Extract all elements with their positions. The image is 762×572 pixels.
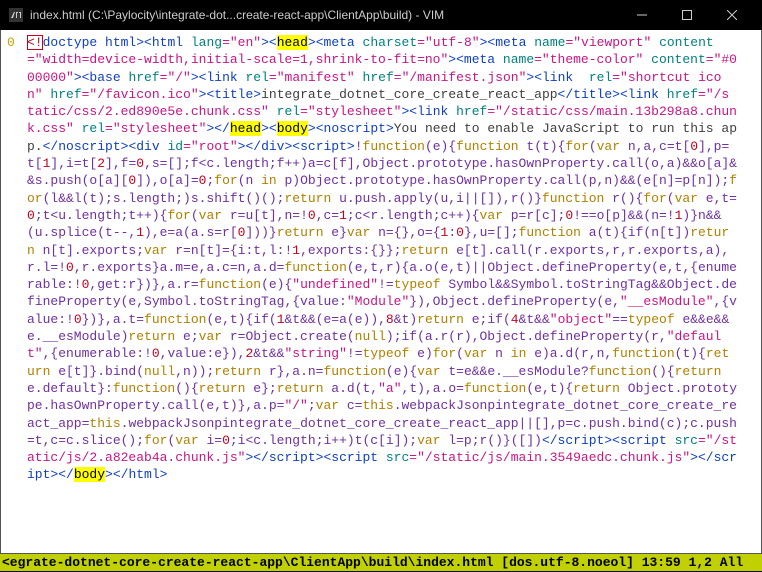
close-button[interactable] bbox=[709, 0, 754, 30]
head-tag-highlight: head bbox=[277, 35, 308, 50]
status-line: <egrate-dotnet-core-create-react-app\Cli… bbox=[0, 554, 762, 571]
window-title: index.html (C:\Paylocity\integrate-dot..… bbox=[30, 8, 619, 22]
code-content[interactable]: <!doctype html><html lang="en"><head><me… bbox=[27, 34, 737, 484]
editor-area[interactable]: 0<!doctype html><html lang="en"><head><m… bbox=[0, 30, 762, 554]
titlebar[interactable]: index.html (C:\Paylocity\integrate-dot..… bbox=[0, 0, 762, 30]
body-close-highlight: body bbox=[74, 467, 105, 482]
inline-script-body: !function(e){function t(t){for(var n,a,c… bbox=[27, 139, 737, 448]
status-text: <egrate-dotnet-core-create-react-app\Cli… bbox=[2, 555, 743, 570]
maximize-button[interactable] bbox=[664, 0, 709, 30]
head-close-highlight: head bbox=[230, 121, 261, 136]
body-tag-highlight: body bbox=[277, 121, 308, 136]
cursor: <! bbox=[27, 35, 43, 50]
minimize-button[interactable] bbox=[619, 0, 664, 30]
line-number: 0 bbox=[7, 34, 27, 51]
window-controls bbox=[619, 0, 754, 30]
app-icon bbox=[8, 7, 24, 23]
